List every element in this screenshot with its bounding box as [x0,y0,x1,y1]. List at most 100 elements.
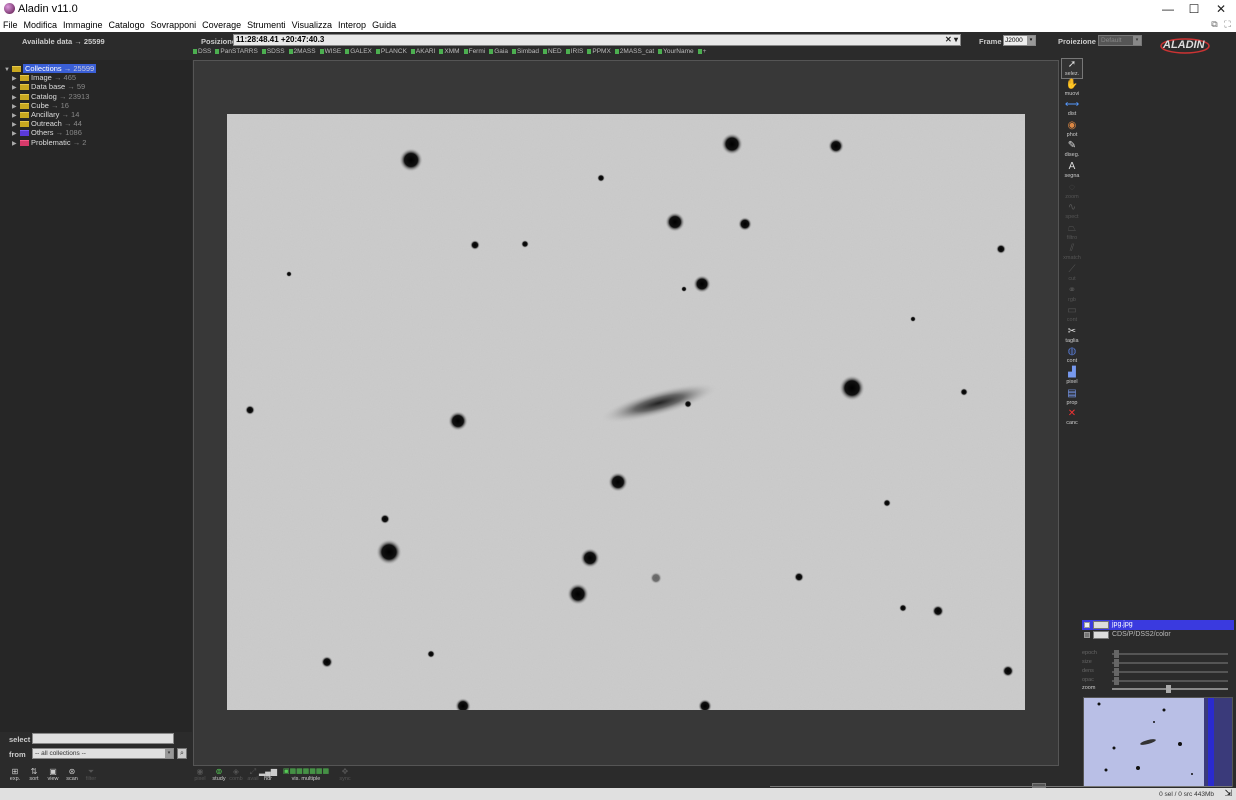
survey-yourname[interactable]: YourName [658,48,693,55]
from-value: -- all collections -- [35,750,86,757]
frame-select[interactable]: J2000 ▾ [1003,35,1036,46]
pencil-icon: ✎ [1067,140,1077,152]
menu-catalogo[interactable]: Catalogo [106,18,148,32]
scan-button[interactable]: ⊛ scan [63,768,81,783]
survey-simbad[interactable]: Simbad [512,48,539,55]
crop-tool[interactable]: ✂ taglia [1061,326,1083,347]
zoom-tool[interactable]: ◌ zoom [1061,182,1083,203]
close-button[interactable]: ✕ [1207,0,1235,18]
view-button[interactable]: ▣ view [44,768,62,783]
properties-icon: ▤ [1067,387,1077,399]
delete-tool[interactable]: ✕ canc [1061,408,1083,429]
survey-2mass[interactable]: 2MASS [289,48,316,55]
select-tool[interactable]: ➚ selez. [1061,58,1083,79]
preview-thumbnail[interactable] [1083,697,1233,787]
menu-guida[interactable]: Guida [369,18,399,32]
density-slider[interactable]: dens [1082,668,1232,676]
survey-ppmx[interactable]: PPMX [587,48,610,55]
tag-tool[interactable]: Asegna [1061,161,1083,182]
survey-wise[interactable]: WISE [320,48,342,55]
sync-button[interactable]: ✥ sync [336,768,354,783]
survey-galex[interactable]: GALEX [345,48,372,55]
survey-dss[interactable]: DSS [193,48,211,55]
layer-dss2[interactable]: CDS/P/DSS2/color [1082,630,1234,640]
survey-fermi[interactable]: Fermi [464,48,486,55]
tree-item-cube[interactable]: ▶ Cube → 16 [4,101,96,110]
tool-label: canc [1066,420,1078,427]
tree-item-count: → 1086 [55,128,82,138]
menu-sovrapponi[interactable]: Sovrapponi [148,18,200,32]
menu-visualizza[interactable]: Visualizza [289,18,335,32]
survey-ned[interactable]: NED [543,48,562,55]
survey-sdss[interactable]: SDSS [262,48,285,55]
menu-strumenti[interactable]: Strumenti [244,18,289,32]
clear-position-icon[interactable]: ✕ ▾ [945,35,958,45]
filter-button[interactable]: ⏷ filter [82,767,100,783]
survey-planck[interactable]: PLANCK [376,48,407,55]
fullscreen-icon[interactable]: ⛶ [1222,19,1233,30]
filter-icon: ⏷ [87,767,95,776]
from-select[interactable]: -- all collections -- ▾ [32,748,174,759]
filter-tool[interactable]: ⏢ filtro [1061,223,1083,244]
survey-akari[interactable]: AKARI [411,48,436,55]
tree-item-others[interactable]: ▶ Others → 1086 [4,128,96,137]
contour-tool[interactable]: ▭ cont [1061,305,1083,326]
sky-image[interactable] [227,114,1025,710]
survey-panstarrs[interactable]: PanSTARRS [215,48,257,55]
draw-tool[interactable]: ✎ diseg. [1061,140,1083,161]
resize-icon[interactable]: ⇲ [1224,788,1232,799]
minimize-button[interactable]: — [1154,0,1182,18]
position-input[interactable]: 11:28:48.41 +20:47:40.3 ✕ ▾ [233,34,961,46]
tree-item-outreach[interactable]: ▶ Outreach → 44 [4,119,96,128]
search-icon[interactable]: ⌕ [177,748,187,759]
tree-item-ancillary[interactable]: ▶ Ancillary → 14 [4,110,96,119]
tree-item-catalog[interactable]: ▶ Catalog → 23913 [4,92,96,101]
cont-tool[interactable]: ◍ cont [1061,346,1083,367]
rgb-tool[interactable]: ⚭ rgb [1061,285,1083,306]
survey-xmm[interactable]: XMM [439,48,459,55]
comb-button[interactable]: ◈ comb [227,768,245,783]
survey-iris[interactable]: IRIS [566,48,584,55]
menu-interop[interactable]: Interop [335,18,369,32]
pixel-tool[interactable]: ▟ pixel [1061,367,1083,388]
cut-tool[interactable]: ⟋ cut [1061,264,1083,285]
phot-tool[interactable]: ◉ phot [1061,120,1083,141]
hdr-button[interactable]: ▂▄▆ hdr [259,768,277,783]
maximize-button[interactable]: ☐ [1180,0,1208,18]
pan-tool[interactable]: ✋ muovi [1061,79,1083,100]
study-button[interactable]: ⊚ study [210,768,228,783]
projection-select[interactable]: Default ▾ [1098,35,1142,46]
select-input[interactable] [32,733,174,744]
layer-jpg[interactable]: jpg.jpg [1082,620,1234,630]
size-slider[interactable]: size [1082,659,1232,667]
tree-item-database[interactable]: ▶ Data base → 59 [4,82,96,91]
zoom-slider[interactable]: zoom [1082,685,1232,693]
exp-button[interactable]: ⊞ exp. [6,768,24,783]
multiview-button[interactable]: ▣▦▦▦▦▦▦ vis. multiple [278,768,334,782]
survey-2mass-cat[interactable]: 2MASS_cat [615,48,654,55]
epoch-slider[interactable]: epoch [1082,650,1232,658]
layer-checkbox[interactable] [1084,622,1090,628]
menu-modifica[interactable]: Modifica [21,18,61,32]
survey-gaia[interactable]: Gaia [489,48,508,55]
collections-count: → 25599 [63,64,95,73]
tree-root-label[interactable]: Collections → 25599 [23,64,97,73]
distance-tool[interactable]: ⟷ dist [1061,99,1083,120]
folder-icon [20,111,29,118]
pixel-view-button[interactable]: ◉ pixel [191,768,209,783]
tree-root[interactable]: ▼ Collections → 25599 [4,64,97,73]
menu-immagine[interactable]: Immagine [60,18,106,32]
prop-tool[interactable]: ▤ prop [1061,388,1083,409]
tree-item-problematic[interactable]: ▶ Problematic → 2 [4,138,96,147]
menu-coverage[interactable]: Coverage [199,18,244,32]
sort-button[interactable]: ⇅ sort [25,768,43,783]
xmatch-tool[interactable]: ⫽ xmatch [1061,243,1083,264]
menu-file[interactable]: File [0,18,21,32]
undock-icon[interactable]: ⧉ [1209,19,1220,30]
layer-checkbox[interactable] [1084,632,1090,638]
opacity-slider[interactable]: opac [1082,677,1232,685]
expand-arrow-icon[interactable]: ▶ [12,140,20,149]
tree-item-image[interactable]: ▶ Image → 465 [4,73,96,82]
add-survey-button[interactable]: + [698,48,707,55]
spect-tool[interactable]: ∿ spect [1061,202,1083,223]
